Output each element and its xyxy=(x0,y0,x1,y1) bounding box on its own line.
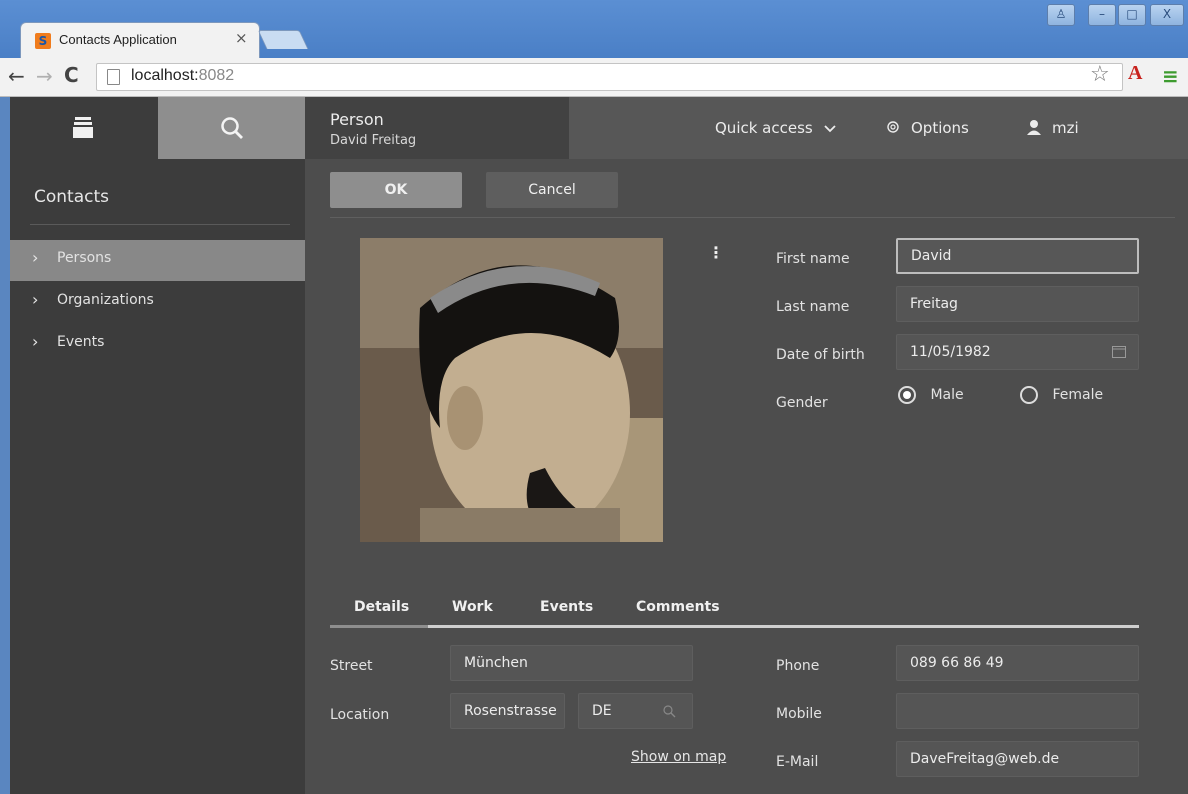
first-name-label: First name xyxy=(776,251,850,267)
person-form: OK Cancel ⋮ First name David Last name F… xyxy=(305,159,1188,794)
tab-title: Contacts Application xyxy=(59,32,177,47)
date-of-birth-value: 11/05/1982 xyxy=(910,344,991,360)
app-favicon-icon: S xyxy=(35,33,51,49)
tab-events[interactable]: Events xyxy=(540,599,593,615)
quick-access-label: Quick access xyxy=(715,119,813,137)
new-tab-button[interactable] xyxy=(257,30,309,49)
address-bar[interactable]: localhost:8082 xyxy=(96,63,1123,91)
entity-type: Person xyxy=(330,110,384,129)
more-options-icon[interactable]: ⋮ xyxy=(708,243,724,262)
chevron-right-icon: › xyxy=(32,332,39,351)
options-menu[interactable]: Options xyxy=(885,119,969,137)
forward-arrow-icon[interactable]: → xyxy=(36,64,53,88)
tab-work[interactable]: Work xyxy=(452,599,493,615)
reload-icon[interactable]: C xyxy=(64,63,79,87)
window-close-button[interactable]: X xyxy=(1150,4,1184,26)
quick-access-menu[interactable]: Quick access xyxy=(715,119,836,137)
sidebar-title: Contacts xyxy=(34,187,109,207)
search-view-button[interactable] xyxy=(158,97,305,159)
page-icon xyxy=(107,69,120,85)
left-gutter xyxy=(0,97,10,794)
email-field[interactable]: DaveFreitag@web.de xyxy=(896,741,1139,777)
location-country-value: DE xyxy=(592,703,612,719)
book-icon xyxy=(73,117,93,138)
sidebar: Contacts › Persons › Organizations › Eve… xyxy=(10,97,305,794)
browser-toolbar: ← → C localhost:8082 xyxy=(0,58,1188,97)
tab-comments[interactable]: Comments xyxy=(636,599,720,615)
gender-female-label: Female xyxy=(1052,387,1104,403)
phone-label: Phone xyxy=(776,658,820,674)
tab-strip-line xyxy=(330,625,1139,628)
location-label: Location xyxy=(330,707,390,723)
gender-label: Gender xyxy=(776,395,828,411)
radio-unchecked-icon xyxy=(1020,386,1038,404)
sidebar-divider xyxy=(30,224,290,225)
window-maximize-button[interactable]: □ xyxy=(1118,4,1146,26)
date-of-birth-label: Date of birth xyxy=(776,347,865,363)
user-menu[interactable]: mzi xyxy=(1026,119,1079,137)
gender-female-radio[interactable]: Female xyxy=(1020,386,1103,404)
user-icon xyxy=(1027,120,1041,135)
sidebar-item-events[interactable]: › Events xyxy=(10,324,305,365)
date-of-birth-field[interactable]: 11/05/1982 xyxy=(896,334,1139,370)
search-icon xyxy=(221,117,243,139)
url-host: localhost: xyxy=(131,67,199,84)
gear-icon xyxy=(887,121,899,133)
acrobat-extension-icon[interactable]: A xyxy=(1128,62,1142,85)
phone-field[interactable]: 089 66 86 49 xyxy=(896,645,1139,681)
location-country-field[interactable]: DE xyxy=(578,693,693,729)
tab-details[interactable]: Details xyxy=(354,599,409,615)
url-port: 8082 xyxy=(198,67,235,84)
options-label: Options xyxy=(911,119,969,137)
mobile-field[interactable] xyxy=(896,693,1139,729)
url-text: localhost:8082 xyxy=(131,67,234,85)
active-tab-indicator xyxy=(330,625,428,628)
gender-male-radio[interactable]: Male xyxy=(898,386,964,404)
show-on-map-link[interactable]: Show on map xyxy=(631,749,726,765)
window-minimize-button[interactable]: – xyxy=(1088,4,1116,26)
chevron-down-icon xyxy=(823,125,836,133)
bookmark-star-icon[interactable]: ☆ xyxy=(1090,62,1110,87)
entity-subtitle: David Freitag xyxy=(330,133,417,148)
street-label: Street xyxy=(330,658,373,674)
sidebar-item-organizations[interactable]: › Organizations xyxy=(10,282,305,323)
portrait-image xyxy=(360,238,663,542)
chevron-right-icon: › xyxy=(32,290,39,309)
email-label: E-Mail xyxy=(776,754,819,770)
location-city-field[interactable]: Rosenstrasse xyxy=(450,693,565,729)
view-header: Person David Freitag xyxy=(305,97,569,159)
app-root: Contacts › Persons › Organizations › Eve… xyxy=(0,97,1188,794)
sidebar-item-label: Persons xyxy=(57,250,112,266)
last-name-label: Last name xyxy=(776,299,850,315)
back-arrow-icon[interactable]: ← xyxy=(8,64,25,88)
mobile-label: Mobile xyxy=(776,706,822,722)
street-field[interactable]: München xyxy=(450,645,693,681)
radio-checked-icon xyxy=(898,386,916,404)
window-user-icon[interactable]: ♙ xyxy=(1047,4,1075,26)
divider xyxy=(330,217,1175,218)
outline-view-button[interactable] xyxy=(10,97,158,159)
browser-tab[interactable]: S Contacts Application × xyxy=(20,22,260,59)
sidebar-item-label: Events xyxy=(57,334,105,350)
calendar-icon[interactable] xyxy=(1112,346,1126,358)
last-name-field[interactable]: Freitag xyxy=(896,286,1139,322)
search-icon[interactable] xyxy=(663,705,676,718)
first-name-field[interactable]: David xyxy=(896,238,1139,274)
ok-button[interactable]: OK xyxy=(330,172,462,208)
browser-menu-icon[interactable]: ≡ xyxy=(1162,64,1179,88)
header-toolbar: Quick access Options mzi xyxy=(569,97,1188,159)
sidebar-item-persons[interactable]: › Persons xyxy=(10,240,305,281)
tab-close-icon[interactable]: × xyxy=(235,29,248,47)
user-name: mzi xyxy=(1052,119,1079,137)
chevron-right-icon: › xyxy=(32,248,39,267)
cancel-button[interactable]: Cancel xyxy=(486,172,618,208)
gender-male-label: Male xyxy=(930,387,964,403)
person-photo[interactable] xyxy=(360,238,663,542)
sidebar-item-label: Organizations xyxy=(57,292,154,308)
